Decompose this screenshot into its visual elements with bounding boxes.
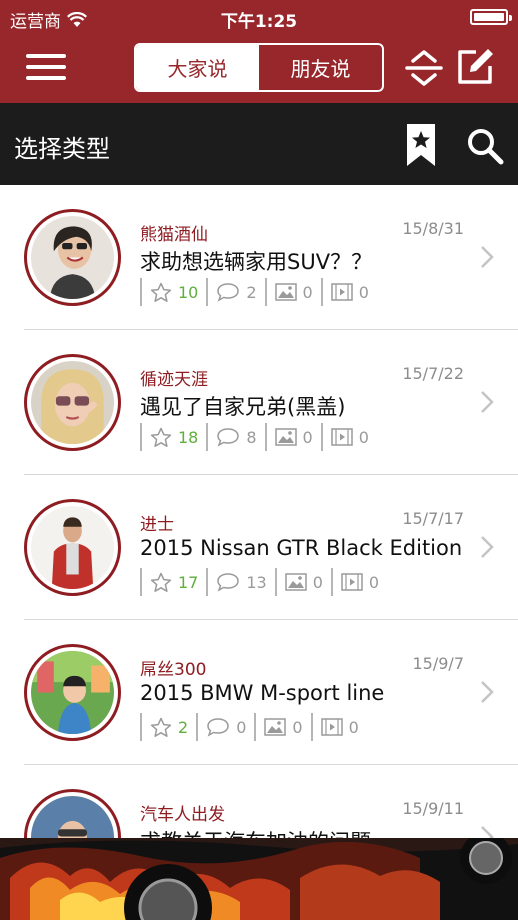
images-count: 0 [302, 282, 313, 302]
filter-bar: 选择类型 [0, 103, 518, 185]
tab-everyone[interactable]: 大家说 [136, 45, 259, 90]
videos-stat[interactable]: 0 [310, 713, 367, 741]
comment-bubble-icon [217, 283, 240, 302]
comments-count: 0 [236, 717, 247, 737]
post-row[interactable]: 循迹天涯 15/7/22 遇见了自家兄弟(黑盖) 18 8 0 0 [0, 330, 518, 475]
post-date: 15/9/11 [402, 799, 464, 818]
author-name[interactable]: 进士 [140, 510, 174, 535]
videos-count: 0 [358, 427, 369, 447]
chevron-right-icon [481, 536, 494, 558]
video-icon [320, 718, 343, 736]
comment-bubble-icon [207, 718, 229, 737]
videos-stat[interactable]: 0 [330, 568, 387, 596]
tab-friends[interactable]: 朋友说 [259, 45, 382, 90]
chevron-right-icon [481, 681, 494, 703]
bookmark-star-icon[interactable] [406, 123, 436, 167]
likes-count: 17 [178, 572, 199, 592]
images-count: 0 [302, 427, 313, 447]
chevron-right-icon [481, 391, 494, 413]
sort-arrows-icon[interactable] [405, 48, 443, 88]
post-date: 15/7/22 [402, 364, 464, 383]
likes-count: 2 [178, 717, 189, 737]
post-date: 15/8/31 [402, 219, 464, 238]
likes-count: 18 [178, 427, 199, 447]
post-title: 遇见了自家兄弟(黑盖) [140, 395, 346, 419]
likes-stat[interactable]: 17 [140, 568, 206, 596]
clock: 下午1:25 [220, 12, 298, 32]
ad-banner[interactable] [0, 838, 518, 920]
likes-stat[interactable]: 2 [140, 713, 196, 741]
star-icon [150, 717, 172, 737]
likes-count: 10 [178, 282, 199, 302]
image-icon [264, 718, 287, 736]
images-count: 0 [292, 717, 303, 737]
compose-icon[interactable] [456, 48, 494, 86]
post-date: 15/9/7 [412, 654, 465, 673]
battery-icon [470, 9, 512, 25]
likes-stat[interactable]: 10 [140, 278, 206, 306]
select-type-button[interactable]: 选择类型 [14, 129, 110, 164]
avatar[interactable] [24, 499, 121, 596]
videos-stat[interactable]: 0 [320, 278, 377, 306]
hamburger-menu-icon[interactable] [26, 52, 66, 82]
post-stats: 18 8 0 0 [140, 422, 377, 452]
comments-count: 8 [246, 427, 257, 447]
post-stats: 17 13 0 0 [140, 567, 387, 597]
post-title: 2015 Nissan GTR Black Edition [140, 536, 463, 560]
video-icon [330, 428, 353, 446]
post-list: 熊猫酒仙 15/8/31 求助想选辆家用SUV？？ 10 2 0 0 循迹天涯 … [0, 185, 518, 910]
avatar[interactable] [24, 209, 121, 306]
comments-stat[interactable]: 2 [206, 278, 264, 306]
video-icon [341, 573, 363, 591]
comments-stat[interactable]: 13 [206, 568, 274, 596]
post-title: 求助想选辆家用SUV？？ [140, 250, 373, 274]
post-stats: 10 2 0 0 [140, 277, 377, 307]
post-stats: 2 0 0 0 [140, 712, 367, 742]
feed-segmented-control: 大家说 朋友说 [134, 43, 384, 92]
author-name[interactable]: 循迹天涯 [140, 365, 208, 390]
videos-count: 0 [368, 572, 380, 592]
post-row[interactable]: 进士 15/7/17 2015 Nissan GTR Black Edition… [0, 475, 518, 620]
author-name[interactable]: 汽车人出发 [140, 800, 225, 825]
images-stat[interactable]: 0 [264, 423, 321, 451]
comments-stat[interactable]: 0 [196, 713, 254, 741]
post-title: 2015 BMW M-sport line [140, 681, 385, 705]
star-icon [150, 572, 172, 592]
comment-bubble-icon [217, 573, 240, 592]
comment-bubble-icon [217, 428, 240, 447]
comments-count: 13 [246, 572, 267, 592]
chevron-right-icon [481, 246, 494, 268]
images-count: 0 [312, 572, 323, 592]
images-stat[interactable]: 0 [264, 278, 321, 306]
avatar[interactable] [24, 354, 121, 451]
images-stat[interactable]: 0 [254, 713, 310, 741]
author-name[interactable]: 熊猫酒仙 [140, 220, 208, 245]
post-date: 15/7/17 [402, 509, 464, 528]
videos-count: 0 [348, 717, 359, 737]
image-icon [274, 283, 297, 301]
star-icon [150, 282, 172, 302]
post-row[interactable]: 屌丝300 15/9/7 2015 BMW M-sport line 2 0 0… [0, 620, 518, 765]
comments-count: 2 [246, 282, 257, 302]
star-icon [150, 427, 172, 447]
image-icon [274, 428, 297, 446]
status-bar: 运营商 下午1:25 [0, 0, 518, 34]
videos-count: 0 [358, 282, 369, 302]
image-icon [284, 573, 307, 591]
images-stat[interactable]: 0 [274, 568, 331, 596]
avatar[interactable] [24, 644, 121, 741]
likes-stat[interactable]: 18 [140, 423, 206, 451]
author-name[interactable]: 屌丝300 [140, 655, 206, 680]
video-icon [330, 283, 353, 301]
videos-stat[interactable]: 0 [320, 423, 377, 451]
top-bar: 运营商 下午1:25 大家说 朋友说 [0, 0, 518, 103]
comments-stat[interactable]: 8 [206, 423, 264, 451]
search-icon[interactable] [466, 127, 504, 165]
nav-bar: 大家说 朋友说 [0, 34, 518, 103]
post-row[interactable]: 熊猫酒仙 15/8/31 求助想选辆家用SUV？？ 10 2 0 0 [0, 185, 518, 330]
